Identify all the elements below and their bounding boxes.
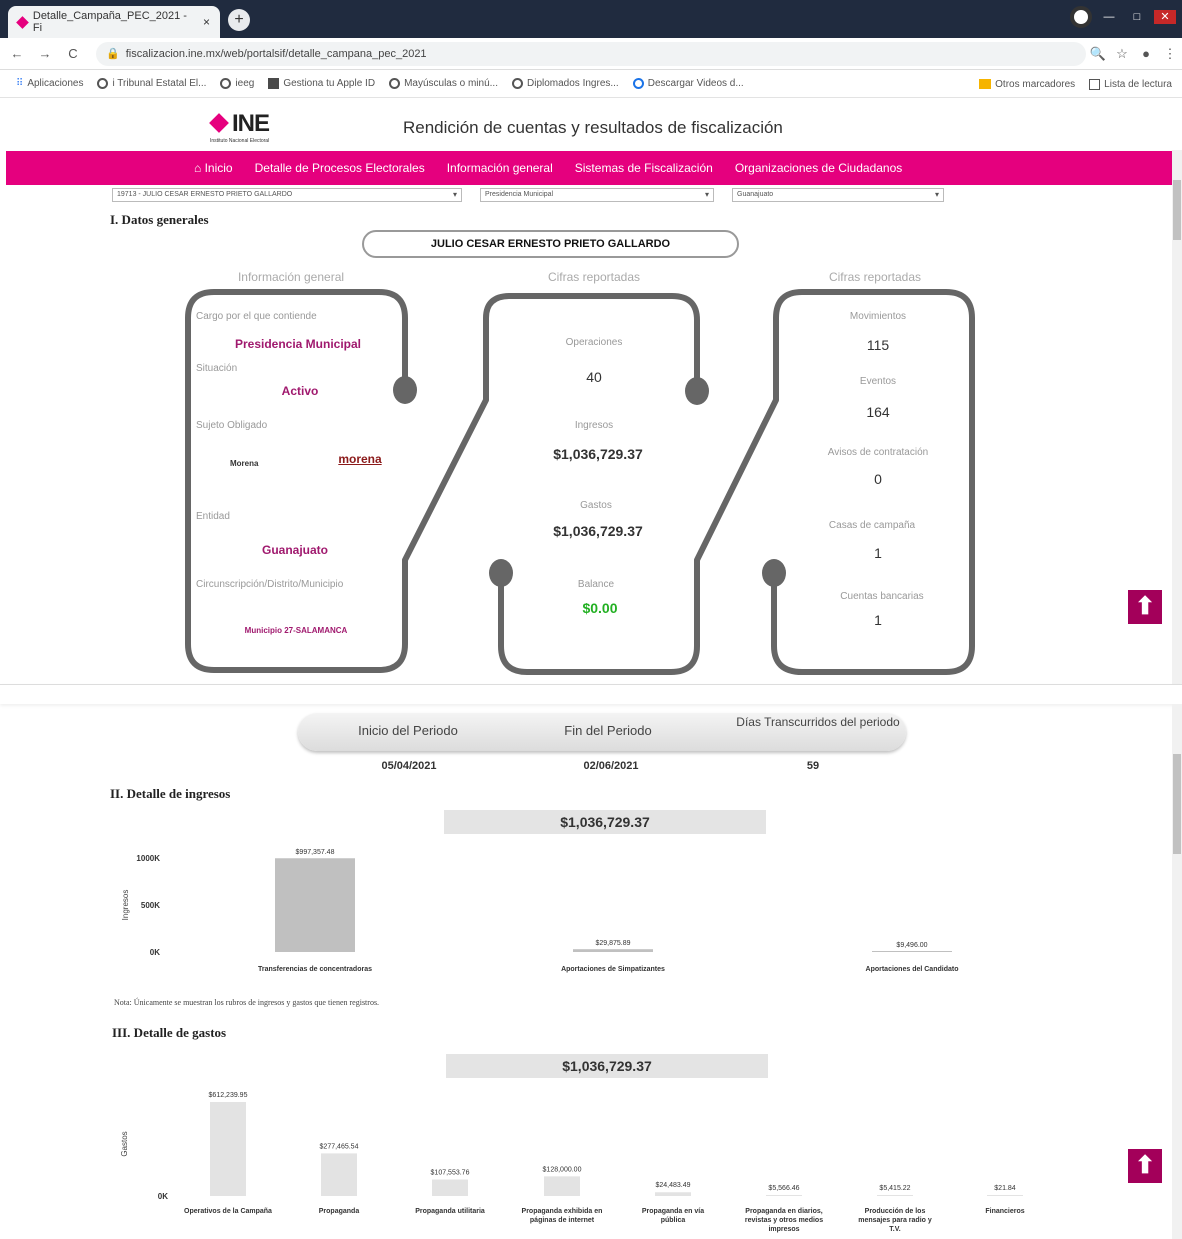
y-axis-label: Ingresos — [121, 890, 130, 921]
data-label: $128,000.00 — [543, 1166, 582, 1173]
data-label: $277,465.54 — [320, 1143, 359, 1150]
bar — [655, 1192, 691, 1196]
scrollbar[interactable] — [1172, 704, 1182, 1239]
situacion-label: Situación — [196, 363, 238, 374]
bar — [321, 1153, 357, 1196]
movimientos-value: 115 — [866, 337, 890, 353]
chart-note: Nota: Únicamente se muestran los rubros … — [114, 998, 380, 1007]
y-tick-label: 500K — [141, 901, 160, 910]
ingresos-total: $1,036,729.37 — [444, 810, 766, 834]
cuentas-label: Cuentas bancarias — [840, 591, 924, 602]
period-header: Inicio del Periodo Fin del Periodo Días … — [298, 713, 906, 751]
scrollbar-thumb[interactable] — [1173, 754, 1181, 854]
section-title-ingresos: II. Detalle de ingresos — [110, 786, 231, 801]
operaciones-label: Operaciones — [565, 337, 623, 348]
ingresos-chart: Ingresos 1000K 500K 0K $997,357.48 Transferen… — [121, 849, 959, 973]
bar — [877, 1195, 913, 1196]
category-label: Operativos de la Campaña — [184, 1208, 272, 1215]
bar — [210, 1102, 246, 1196]
eventos-label: Eventos — [859, 376, 897, 387]
category-label: Propaganda en diarios, revistas y otros m… — [745, 1208, 823, 1233]
cuentas-value: 1 — [874, 612, 882, 628]
period-end-value: 02/06/2021 — [583, 760, 639, 772]
cargo-label: Cargo por el que contiende — [196, 311, 317, 322]
balance-label: Balance — [577, 579, 615, 590]
casas-label: Casas de campaña — [828, 520, 916, 531]
cargo-value: Presidencia Municipal — [234, 337, 362, 351]
bar — [544, 1176, 580, 1196]
period-start-value: 05/04/2021 — [381, 760, 437, 772]
data-label: $612,239.95 — [209, 1092, 248, 1099]
situacion-value: Activo — [281, 384, 319, 398]
bar — [432, 1179, 468, 1196]
data-label: $9,496.00 — [896, 942, 927, 949]
category-label: Propaganda utilitaria — [415, 1208, 485, 1215]
scroll-top-button[interactable]: ⬆ — [1128, 1149, 1162, 1183]
sujeto-label: Sujeto Obligado — [196, 420, 268, 431]
ingresos-value: $1,036,729.37 — [553, 446, 643, 462]
y-tick-label: 0K — [150, 948, 160, 957]
category-label: Propaganda — [319, 1208, 360, 1215]
ingresos-label: Ingresos — [574, 420, 614, 431]
connector-knob — [685, 377, 709, 405]
scroll-top-button[interactable]: ⬆ — [1128, 590, 1162, 624]
category-label: Producción de los mensajes para radio y T.… — [858, 1208, 932, 1233]
entidad-value: Guanajuato — [261, 543, 328, 557]
data-label: $5,566.46 — [768, 1185, 799, 1192]
avisos-label: Avisos de contratación — [827, 447, 929, 458]
period-end-label: Fin del Periodo — [564, 723, 652, 738]
category-label: Aportaciones del Candidato — [866, 966, 959, 973]
casas-value: 1 — [874, 545, 882, 561]
connector-knob — [393, 376, 417, 404]
circ-label: Circunscripción/Distrito/Municipio — [196, 579, 344, 590]
arrow-up-icon: ⬆ — [1134, 1152, 1156, 1179]
screenshot-divider — [0, 684, 1182, 704]
bar — [872, 951, 952, 952]
eventos-value: 164 — [866, 404, 890, 420]
period-days-value: 59 — [806, 760, 820, 772]
movimientos-label: Movimientos — [849, 311, 907, 322]
bar — [987, 1195, 1023, 1196]
category-label: Propaganda en vía pública — [642, 1208, 704, 1224]
gastos-chart: Gastos 0K $612,239.95 Operativos de la Camp… — [120, 1092, 1025, 1233]
section-title-gastos: III. Detalle de gastos — [112, 1025, 227, 1040]
y-tick-label: 1000K — [136, 854, 160, 863]
connector-knob — [762, 559, 786, 587]
y-axis-label: Gastos — [120, 1131, 129, 1156]
bar — [573, 949, 653, 952]
data-label: $5,415.22 — [879, 1185, 910, 1192]
morena-logo: morena — [338, 452, 382, 466]
arrow-up-icon: ⬆ — [1134, 593, 1156, 620]
operaciones-value: 40 — [586, 369, 602, 385]
gastos-value: $1,036,729.37 — [553, 523, 643, 539]
balance-value: $0.00 — [582, 600, 618, 616]
y-tick-label: 0K — [158, 1192, 168, 1201]
period-days-label: Días Transcurridos del periodo — [736, 715, 900, 729]
gastos-total: $1,036,729.37 — [446, 1054, 768, 1078]
circ-value: Municipio 27-SALAMANCA — [244, 626, 348, 635]
data-label: $997,357.48 — [296, 849, 335, 856]
category-label: Transferencias de concentradoras — [258, 966, 372, 973]
avisos-value: 0 — [874, 471, 882, 487]
data-label: $24,483.49 — [655, 1182, 690, 1189]
gastos-label: Gastos — [580, 500, 612, 511]
bar — [275, 858, 355, 952]
connector-knob — [489, 559, 513, 587]
data-label: $29,875.89 — [595, 940, 630, 947]
bar — [766, 1195, 802, 1196]
category-label: Financieros — [985, 1208, 1024, 1215]
data-label: $107,553.76 — [431, 1169, 470, 1176]
sujeto-value: Morena — [230, 459, 259, 468]
category-label: Aportaciones de Simpatizantes — [561, 966, 665, 973]
data-label: $21.84 — [994, 1185, 1016, 1192]
entidad-label: Entidad — [196, 511, 230, 522]
category-label: Propaganda exhibida en páginas de interne… — [522, 1208, 603, 1224]
period-start-label: Inicio del Periodo — [358, 723, 458, 738]
